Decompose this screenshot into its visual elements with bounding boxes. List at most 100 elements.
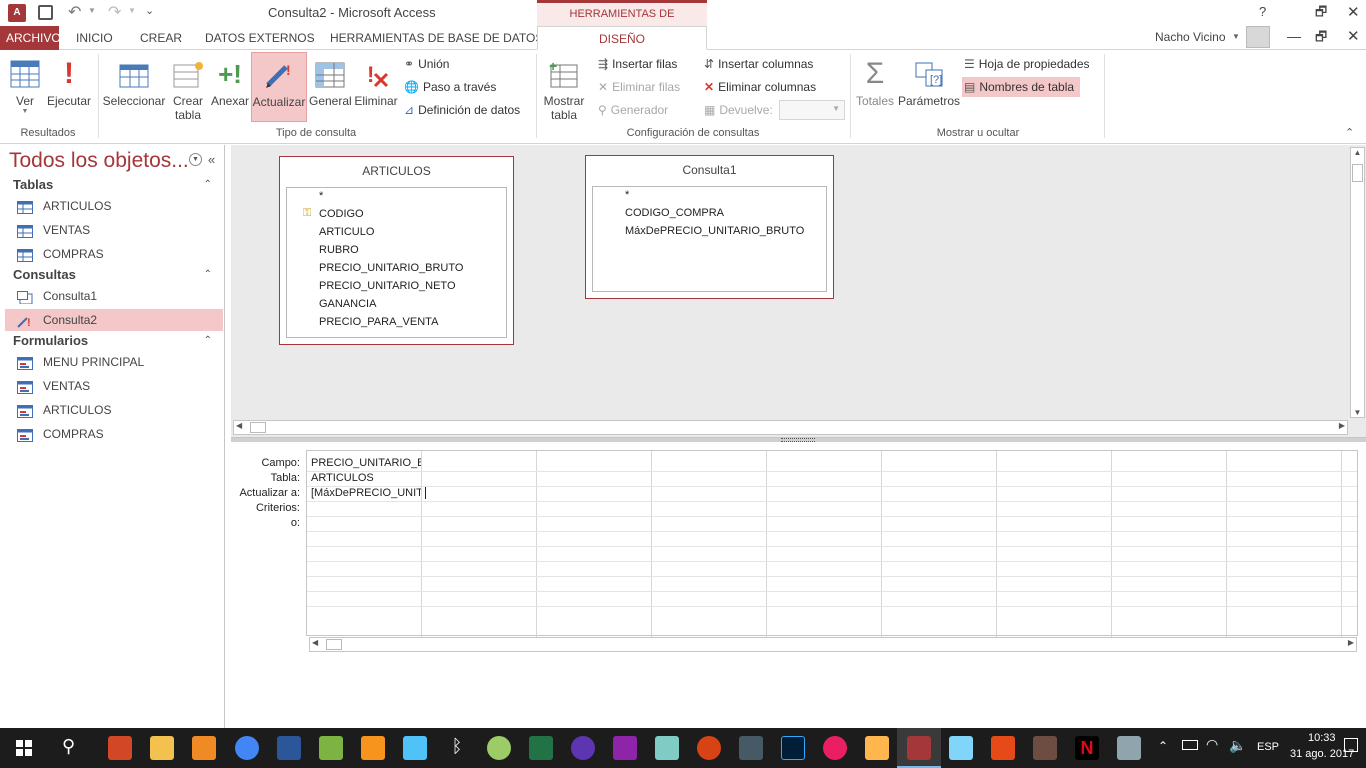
nav-item-query-selected[interactable]: ! Consulta2 xyxy=(5,309,223,331)
user-name[interactable]: Nacho Vicino xyxy=(1155,30,1226,44)
minimize-window-icon[interactable]: — xyxy=(1287,28,1301,44)
powerpoint-icon[interactable] xyxy=(108,736,132,760)
close-window-icon[interactable]: ✕ xyxy=(1347,3,1360,21)
redo-icon[interactable]: ↷ xyxy=(108,2,121,22)
customize-toolbar-icon[interactable]: ⌄ xyxy=(145,4,154,17)
clock-time[interactable]: 10:33 xyxy=(1308,732,1336,744)
tab-archivo[interactable]: ARCHIVO xyxy=(0,26,61,50)
save-icon[interactable] xyxy=(38,5,53,20)
help-icon[interactable]: ? xyxy=(1259,4,1266,19)
grid-cell-tabla[interactable]: ARTICULOS xyxy=(311,472,421,484)
paso-button[interactable]: 🌐 Paso a través xyxy=(404,77,496,97)
mostrar-tabla-button[interactable]: + Mostrar tabla xyxy=(540,52,588,124)
grid-cell-actualizar[interactable]: [MáxDePRECIO_UNITARIO_BRUTO] xyxy=(311,487,421,499)
scroll-right-icon[interactable]: ▶ xyxy=(1339,421,1345,430)
photoshop-icon[interactable] xyxy=(781,736,805,760)
nav-section-tablas[interactable]: Tablas xyxy=(13,177,53,192)
scroll-thumb[interactable] xyxy=(1352,164,1363,182)
nav-menu-chevron-icon[interactable]: ▼ xyxy=(189,153,202,166)
nav-section-consultas[interactable]: Consultas xyxy=(13,267,76,282)
language-indicator[interactable]: ESP xyxy=(1257,741,1279,753)
vertical-scrollbar[interactable]: ▲ ▼ xyxy=(1350,147,1365,418)
bluetooth-icon[interactable]: ᛒ xyxy=(445,736,469,760)
nav-item-form[interactable]: ARTICULOS xyxy=(5,399,223,421)
field-item[interactable]: PRECIO_UNITARIO_BRUTO xyxy=(319,262,463,274)
word-icon[interactable] xyxy=(277,736,301,760)
app-icon[interactable] xyxy=(571,736,595,760)
undo-dropdown-icon[interactable]: ▼ xyxy=(88,6,96,15)
query-design-upper-pane[interactable]: ARTICULOS * ⚿ CODIGO ARTICULO RUBRO PREC… xyxy=(231,145,1366,438)
field-item[interactable]: CODIGO xyxy=(319,208,364,220)
scroll-down-icon[interactable]: ▼ xyxy=(1351,408,1364,417)
actualizar-button[interactable]: ! Actualizar xyxy=(251,52,307,122)
union-button[interactable]: ⚭ Unión xyxy=(404,54,449,74)
undo-icon[interactable]: ↶ xyxy=(68,2,81,22)
table-box-consulta1[interactable]: Consulta1 * CODIGO_COMPRA MáxDePRECIO_UN… xyxy=(585,155,834,299)
tab-crear[interactable]: CREAR xyxy=(134,26,188,50)
app-icon[interactable] xyxy=(655,736,679,760)
scroll-thumb[interactable] xyxy=(250,422,266,433)
vlc-icon[interactable] xyxy=(192,736,216,760)
field-item[interactable]: ARTICULO xyxy=(319,226,374,238)
netflix-icon[interactable]: N xyxy=(1075,736,1099,760)
pane-splitter[interactable] xyxy=(231,438,1366,442)
access-app-icon[interactable]: A xyxy=(8,4,26,22)
scroll-left-icon[interactable]: ◀ xyxy=(236,421,242,430)
eliminar-button[interactable]: ! Eliminar xyxy=(353,52,399,122)
shutter-bar-icon[interactable]: « xyxy=(208,152,215,167)
scroll-right-icon[interactable]: ▶ xyxy=(1348,638,1354,647)
field-item[interactable]: GANANCIA xyxy=(319,298,376,310)
seleccionar-button[interactable]: Seleccionar xyxy=(102,52,166,122)
definicion-button[interactable]: ⊿ Definición de datos xyxy=(404,100,520,120)
nav-item-table[interactable]: COMPRAS xyxy=(5,243,223,265)
nav-item-form[interactable]: VENTAS xyxy=(5,375,223,397)
nav-item-table[interactable]: ARTICULOS xyxy=(5,195,223,217)
user-dropdown-icon[interactable]: ▼ xyxy=(1232,32,1240,41)
ver-button[interactable]: Ver ▼ xyxy=(6,52,44,122)
video-icon[interactable] xyxy=(739,736,763,760)
nav-item-form[interactable]: COMPRAS xyxy=(5,423,223,445)
field-item[interactable]: PRECIO_UNITARIO_NETO xyxy=(319,280,456,292)
show-hidden-icons-icon[interactable]: ⌃ xyxy=(1158,739,1168,753)
nav-pane-title[interactable]: Todos los objetos... xyxy=(9,149,189,173)
totales-button[interactable]: Σ Totales xyxy=(854,52,896,122)
avatar[interactable] xyxy=(1246,26,1270,48)
app-icon[interactable] xyxy=(991,736,1015,760)
nav-item-table[interactable]: VENTAS xyxy=(5,219,223,241)
hoja-propiedades-button[interactable]: ☰ Hoja de propiedades xyxy=(964,54,1090,74)
scroll-thumb[interactable] xyxy=(326,639,342,650)
nav-item-form[interactable]: MENU PRINCIPAL xyxy=(5,351,223,373)
anexar-button[interactable]: +! Anexar xyxy=(210,52,250,122)
restore-ribbon-icon[interactable]: 🗗 xyxy=(1315,3,1327,25)
chrome-icon[interactable] xyxy=(235,736,259,760)
field-item[interactable]: * xyxy=(625,189,629,201)
table-box-title[interactable]: Consulta1 xyxy=(586,156,833,184)
field-list[interactable]: * ⚿ CODIGO ARTICULO RUBRO PRECIO_UNITARI… xyxy=(286,187,507,338)
general-button[interactable]: General xyxy=(309,52,352,122)
app-icon[interactable] xyxy=(697,736,721,760)
nav-section-formularios[interactable]: Formularios xyxy=(13,333,88,348)
insertar-filas-button[interactable]: ⇶ Insertar filas xyxy=(598,54,677,74)
app-icon[interactable] xyxy=(865,736,889,760)
app-icon[interactable] xyxy=(1033,736,1057,760)
windows-start-icon[interactable] xyxy=(16,740,32,756)
field-item[interactable]: RUBRO xyxy=(319,244,359,256)
tab-herramientas-bd[interactable]: HERRAMIENTAS DE BASE DE DATOS xyxy=(324,26,549,50)
volume-icon[interactable]: 🔈 xyxy=(1229,737,1246,754)
field-list[interactable]: * CODIGO_COMPRA MáxDePRECIO_UNITARIO_BRU… xyxy=(592,186,827,292)
nombres-tabla-button[interactable]: ▤ Nombres de tabla xyxy=(962,77,1081,97)
winrar-icon[interactable] xyxy=(613,736,637,760)
grid-cell-campo[interactable]: PRECIO_UNITARIO_BRUTO xyxy=(311,457,421,469)
table-box-articulos[interactable]: ARTICULOS * ⚿ CODIGO ARTICULO RUBRO PREC… xyxy=(279,156,514,345)
scroll-up-icon[interactable]: ▲ xyxy=(1351,148,1364,157)
app-icon[interactable] xyxy=(403,736,427,760)
nav-item-query[interactable]: Consulta1 xyxy=(5,285,223,307)
collapse-tablas-icon[interactable]: ⌃ xyxy=(204,179,212,190)
excel-icon[interactable] xyxy=(529,736,553,760)
battery-icon[interactable] xyxy=(1182,740,1198,750)
media-player-icon[interactable] xyxy=(361,736,385,760)
horizontal-scrollbar[interactable]: ◀ ▶ xyxy=(233,420,1348,435)
search-icon[interactable]: ⚲ xyxy=(62,736,75,757)
redo-dropdown-icon[interactable]: ▼ xyxy=(128,6,136,15)
collapse-formularios-icon[interactable]: ⌃ xyxy=(204,335,212,346)
